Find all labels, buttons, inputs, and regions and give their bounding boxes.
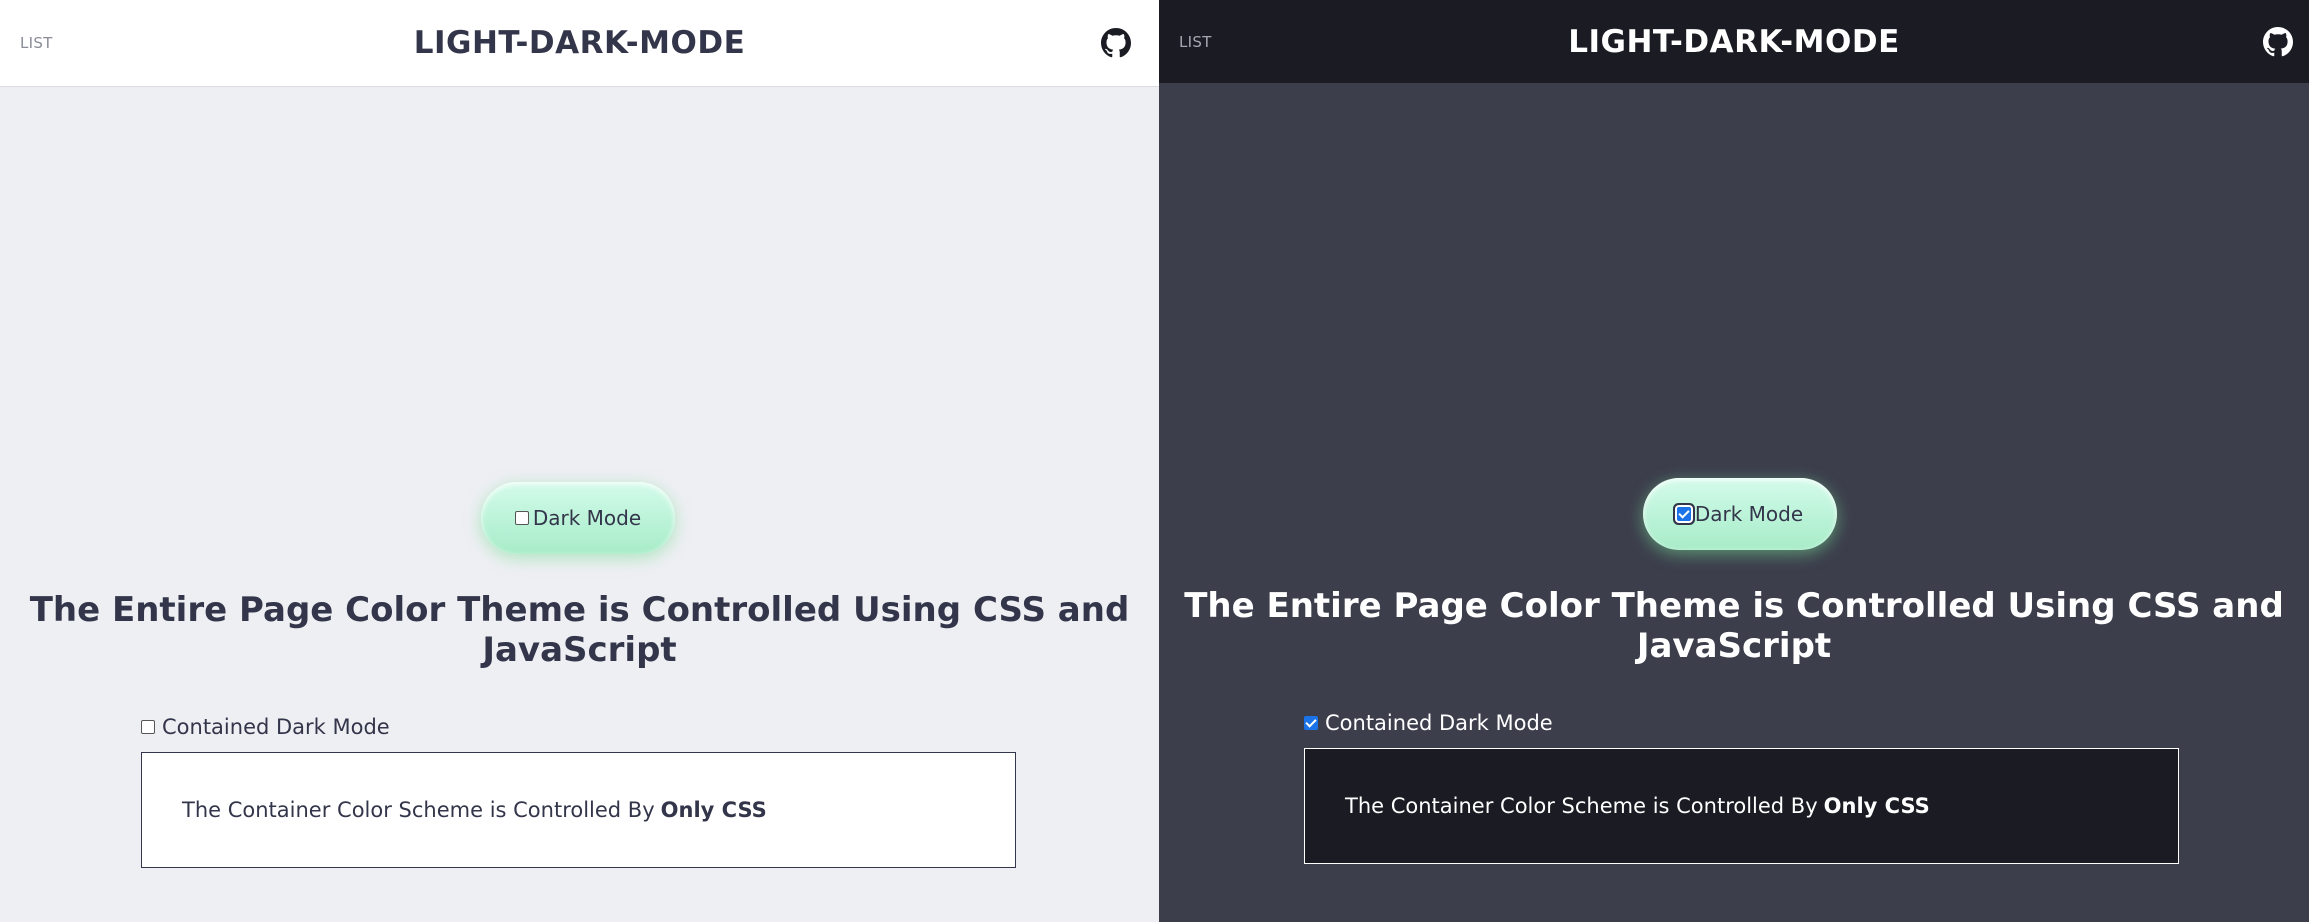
dark-mode-label: Dark Mode bbox=[532, 506, 642, 530]
list-link[interactable]: LIST bbox=[20, 34, 53, 52]
dark-mode-label: Dark Mode bbox=[1694, 502, 1804, 526]
contained-box-bold-text: Only CSS bbox=[1823, 794, 1930, 818]
site-title: LIGHT-DARK-MODE bbox=[413, 25, 746, 61]
contained-box: The Container Color Scheme is Controlled… bbox=[141, 752, 1016, 868]
contained-dark-mode-label: Contained Dark Mode bbox=[162, 715, 390, 739]
site-title: LIGHT-DARK-MODE bbox=[1568, 23, 1900, 60]
top-bar: LIST LIGHT-DARK-MODE bbox=[0, 0, 1159, 87]
dark-mode-panel: LIST LIGHT-DARK-MODE Dark Mode The Entir… bbox=[1159, 0, 2309, 922]
contained-dark-mode-checkbox[interactable] bbox=[141, 720, 155, 734]
contained-dark-mode-row[interactable]: Contained Dark Mode bbox=[1304, 711, 1553, 735]
dark-mode-checkbox[interactable] bbox=[514, 511, 529, 525]
top-bar: LIST LIGHT-DARK-MODE bbox=[1159, 0, 2309, 83]
contained-dark-mode-row[interactable]: Contained Dark Mode bbox=[141, 715, 390, 739]
contained-box: The Container Color Scheme is Controlled… bbox=[1304, 748, 2179, 864]
dark-mode-toggle-button[interactable]: Dark Mode bbox=[481, 482, 675, 554]
page-headline: The Entire Page Color Theme is Controlle… bbox=[1184, 586, 2284, 666]
list-link[interactable]: LIST bbox=[1179, 33, 1212, 51]
github-icon[interactable] bbox=[2263, 26, 2293, 57]
dark-mode-toggle-button[interactable]: Dark Mode bbox=[1643, 478, 1837, 550]
light-mode-panel: LIST LIGHT-DARK-MODE Dark Mode The Entir… bbox=[0, 0, 1159, 922]
contained-box-bold-text: Only CSS bbox=[660, 798, 767, 822]
contained-dark-mode-checkbox[interactable] bbox=[1304, 716, 1318, 730]
page-headline: The Entire Page Color Theme is Controlle… bbox=[29, 590, 1130, 670]
contained-box-text: The Container Color Scheme is Controlled… bbox=[182, 798, 655, 822]
contained-dark-mode-label: Contained Dark Mode bbox=[1325, 711, 1553, 735]
dark-mode-checkbox[interactable] bbox=[1676, 507, 1691, 521]
contained-box-text: The Container Color Scheme is Controlled… bbox=[1345, 794, 1818, 818]
github-icon[interactable] bbox=[1101, 28, 1131, 58]
